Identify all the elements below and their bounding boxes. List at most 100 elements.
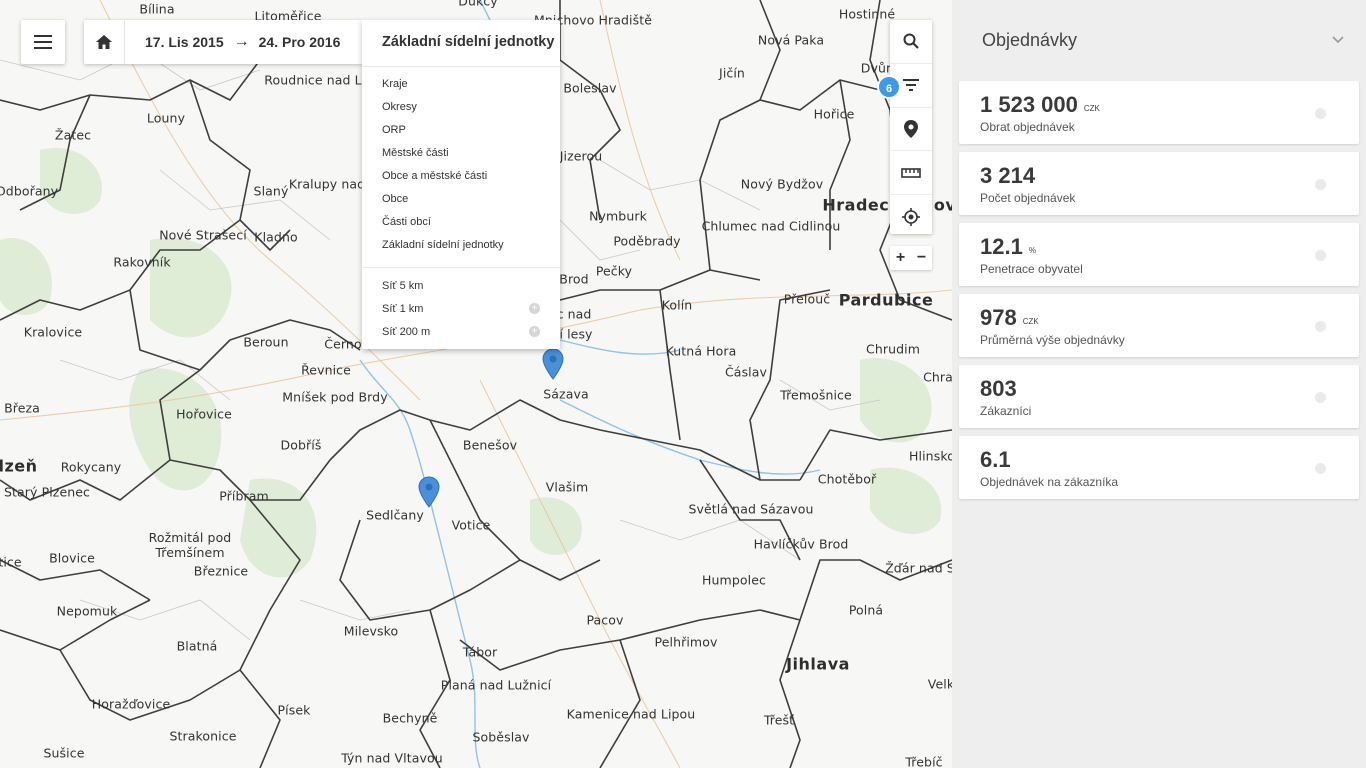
place-label: Přelouč [783, 291, 831, 307]
measure-button[interactable] [890, 151, 932, 196]
place-label: Nepomuk [56, 603, 118, 619]
kpi-card[interactable]: 1 523 000 CZK Obrat objednávek [959, 81, 1359, 144]
chevron-down-icon[interactable] [1332, 36, 1344, 44]
kpi-card[interactable]: 12.1% Penetrace obyvatel [959, 223, 1359, 286]
place-label: Chotěboř [817, 471, 877, 487]
place-label: Dukcy [458, 0, 498, 9]
date-to[interactable]: 24. Pro 2016 [259, 34, 341, 50]
place-label: Milevsko [343, 623, 399, 639]
panel-title: Objednávky [982, 29, 1078, 50]
place-label: Rokycany [60, 459, 122, 475]
place-label: Mníšek pod Brdy [282, 389, 388, 405]
place-label: Dobříš [280, 437, 322, 453]
place-label: Pacov [586, 612, 624, 628]
place-label: Nová Paka [757, 32, 825, 48]
place-label: Chlumec nad Cidlinou [701, 218, 841, 234]
place-label: Rožmitál pod Třemšínem [148, 530, 232, 560]
kpi-card[interactable]: 6.1 Objednávek na zákazníka [959, 436, 1359, 499]
kpi-label: Zákazníci [980, 404, 1032, 418]
kpi-toggle[interactable] [1315, 392, 1326, 403]
place-label: Bechyně [382, 710, 438, 726]
geolocate-button[interactable] [890, 195, 932, 238]
kpi-toggle[interactable] [1315, 108, 1326, 119]
dropdown-item-mestske-casti[interactable]: Městské části [362, 143, 560, 166]
add-icon[interactable]: + [529, 303, 540, 314]
orders-panel: Objednávky 1 523 000 CZK Obrat objednávek… [952, 0, 1366, 768]
place-label: Černo [324, 336, 362, 352]
dropdown-item-zsj[interactable]: Základní sídelní jednotky [362, 235, 560, 258]
map-marker-icon[interactable] [542, 348, 564, 380]
place-label: Boleslav [563, 80, 617, 96]
add-icon[interactable]: + [529, 326, 540, 337]
filter-button[interactable]: 6 [877, 64, 932, 108]
place-label: c nad [556, 306, 592, 322]
place-label: Třebíč [905, 754, 943, 768]
dropdown-item-grid-5km[interactable]: Síť 5 km [362, 276, 560, 299]
place-label: Benešov [462, 437, 518, 453]
dropdown-item-grid-1km[interactable]: Síť 1 km + [362, 299, 560, 322]
place-label: Beroun [243, 334, 289, 350]
place-label: Chra [923, 369, 952, 385]
menu-button[interactable] [21, 20, 65, 64]
dropdown-item-obce-a-mestske-casti[interactable]: Obce a městské části [362, 166, 560, 189]
place-label: Roudnice nad L [264, 72, 362, 88]
location-pin-icon [904, 119, 918, 138]
kpi-toggle[interactable] [1315, 321, 1326, 332]
place-label: Velk [927, 676, 952, 692]
location-button[interactable] [890, 108, 932, 152]
dropdown-item-casti-obci[interactable]: Části obcí [362, 212, 560, 235]
dropdown-item-obce[interactable]: Obce [362, 189, 560, 212]
filter-icon [903, 79, 919, 92]
kpi-value: 803 [980, 376, 1017, 401]
place-label: Březnice [193, 563, 249, 579]
place-label: Kolín [661, 297, 693, 313]
place-label: Tábor [462, 644, 498, 660]
dropdown-title[interactable]: Základní sídelní jednotky [362, 20, 560, 67]
place-label: Řevnice [301, 362, 351, 378]
kpi-value: 6.1 [980, 447, 1011, 472]
map-marker-icon[interactable] [418, 476, 440, 508]
search-button[interactable] [890, 20, 932, 64]
place-label: Polná [848, 602, 884, 618]
place-label: Pečky [595, 263, 633, 279]
kpi-toggle[interactable] [1315, 250, 1326, 261]
date-range-bar[interactable]: 17. Lis 2015 → 24. Pro 2016 [84, 20, 362, 64]
grid-label: Síť 200 m [382, 326, 431, 338]
place-label: Kamenice nad Lipou [566, 706, 696, 722]
kpi-card[interactable]: 978 CZK Průměrná výše objednávky [959, 294, 1359, 357]
kpi-card[interactable]: 3 214 Počet objednávek [959, 152, 1359, 215]
place-label: Třemošnice [780, 387, 852, 403]
dropdown-item-orp[interactable]: ORP [362, 120, 560, 143]
kpi-toggle[interactable] [1315, 179, 1326, 190]
dropdown-item-grid-200m[interactable]: Síť 200 m + [362, 322, 560, 345]
place-label: Sázava [543, 386, 589, 402]
dropdown-item-kraje[interactable]: Kraje [362, 74, 560, 97]
zoom-out-button[interactable]: − [911, 246, 932, 270]
place-label: Kladno [254, 229, 298, 245]
place-label: Hostinné [838, 6, 896, 22]
place-label: Chrudim [866, 341, 920, 357]
place-label: Pelhřimov [654, 634, 718, 650]
kpi-toggle[interactable] [1315, 463, 1326, 474]
zoom-in-button[interactable]: + [890, 246, 911, 270]
place-label: Starý Plzenec [3, 484, 91, 500]
panel-header[interactable]: Objednávky [952, 0, 1366, 80]
place-label: Dvůr [860, 60, 892, 76]
kpi-unit: CZK [1083, 104, 1100, 113]
map-canvas[interactable]: Bílina Litoměřice Mnichovo Hradiště Dukc… [0, 0, 952, 768]
date-from[interactable]: 17. Lis 2015 [145, 34, 224, 50]
place-label-major: lzeň [0, 456, 38, 476]
kpi-label: Penetrace obyvatel [980, 262, 1083, 276]
place-label-major: Pardubice [838, 290, 934, 310]
dropdown-item-okresy[interactable]: Okresy [362, 97, 560, 120]
map-toolbar: 6 [877, 20, 932, 234]
place-label: Sedlčany [366, 507, 424, 523]
date-range[interactable]: 17. Lis 2015 → 24. Pro 2016 [125, 33, 340, 51]
place-label: Hlinsko [909, 448, 952, 464]
place-label: tice [0, 554, 22, 570]
place-label: Bílina [139, 1, 175, 17]
home-icon [96, 35, 112, 49]
place-label: Poděbrady [613, 233, 681, 249]
kpi-card[interactable]: 803 Zákazníci [959, 365, 1359, 428]
home-button[interactable] [84, 20, 125, 64]
